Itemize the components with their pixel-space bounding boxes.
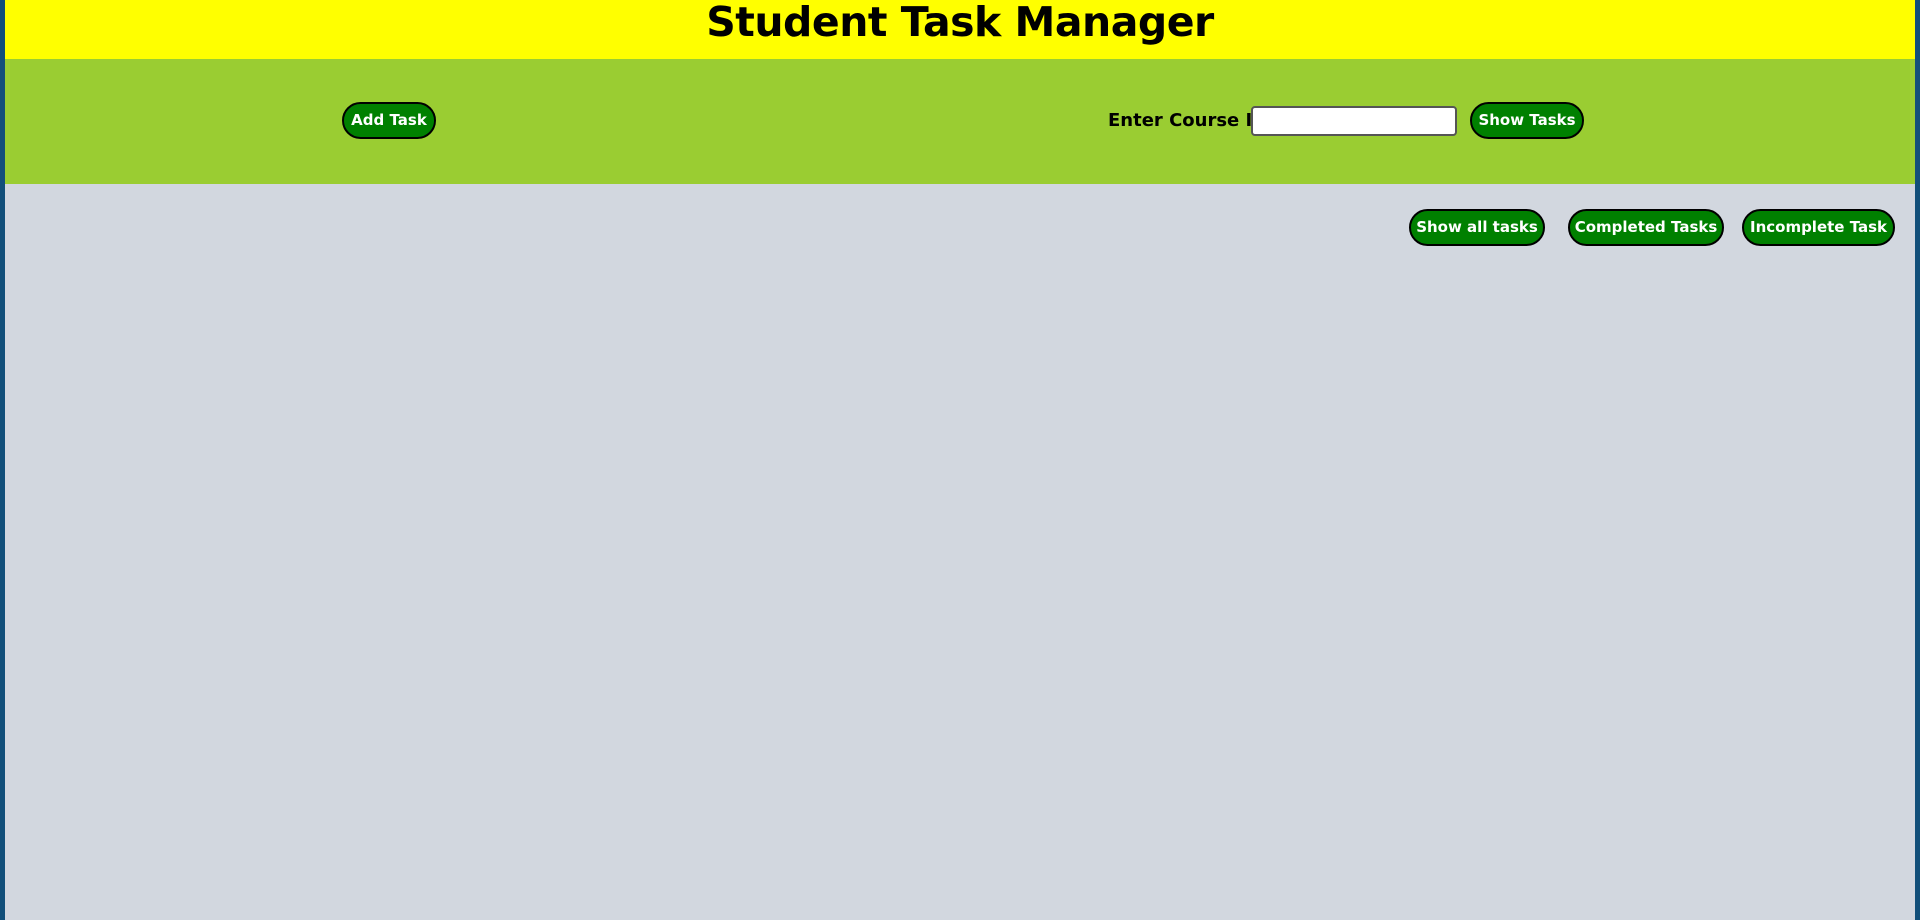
- show-all-tasks-button[interactable]: Show all tasks: [1409, 209, 1545, 246]
- add-task-button[interactable]: Add Task: [342, 102, 436, 139]
- incomplete-task-button[interactable]: Incomplete Task: [1742, 209, 1895, 246]
- course-id-label: Enter Course ID: [1108, 110, 1268, 131]
- page-title: Student Task Manager: [706, 0, 1214, 46]
- completed-tasks-button[interactable]: Completed Tasks: [1568, 209, 1724, 246]
- toolbar: Add Task Enter Course ID Show Tasks: [5, 59, 1915, 184]
- header-bar: Student Task Manager: [5, 0, 1915, 59]
- course-id-input[interactable]: [1251, 106, 1457, 136]
- app-container: Student Task Manager Add Task Enter Cour…: [5, 0, 1915, 920]
- show-tasks-button[interactable]: Show Tasks: [1470, 102, 1584, 139]
